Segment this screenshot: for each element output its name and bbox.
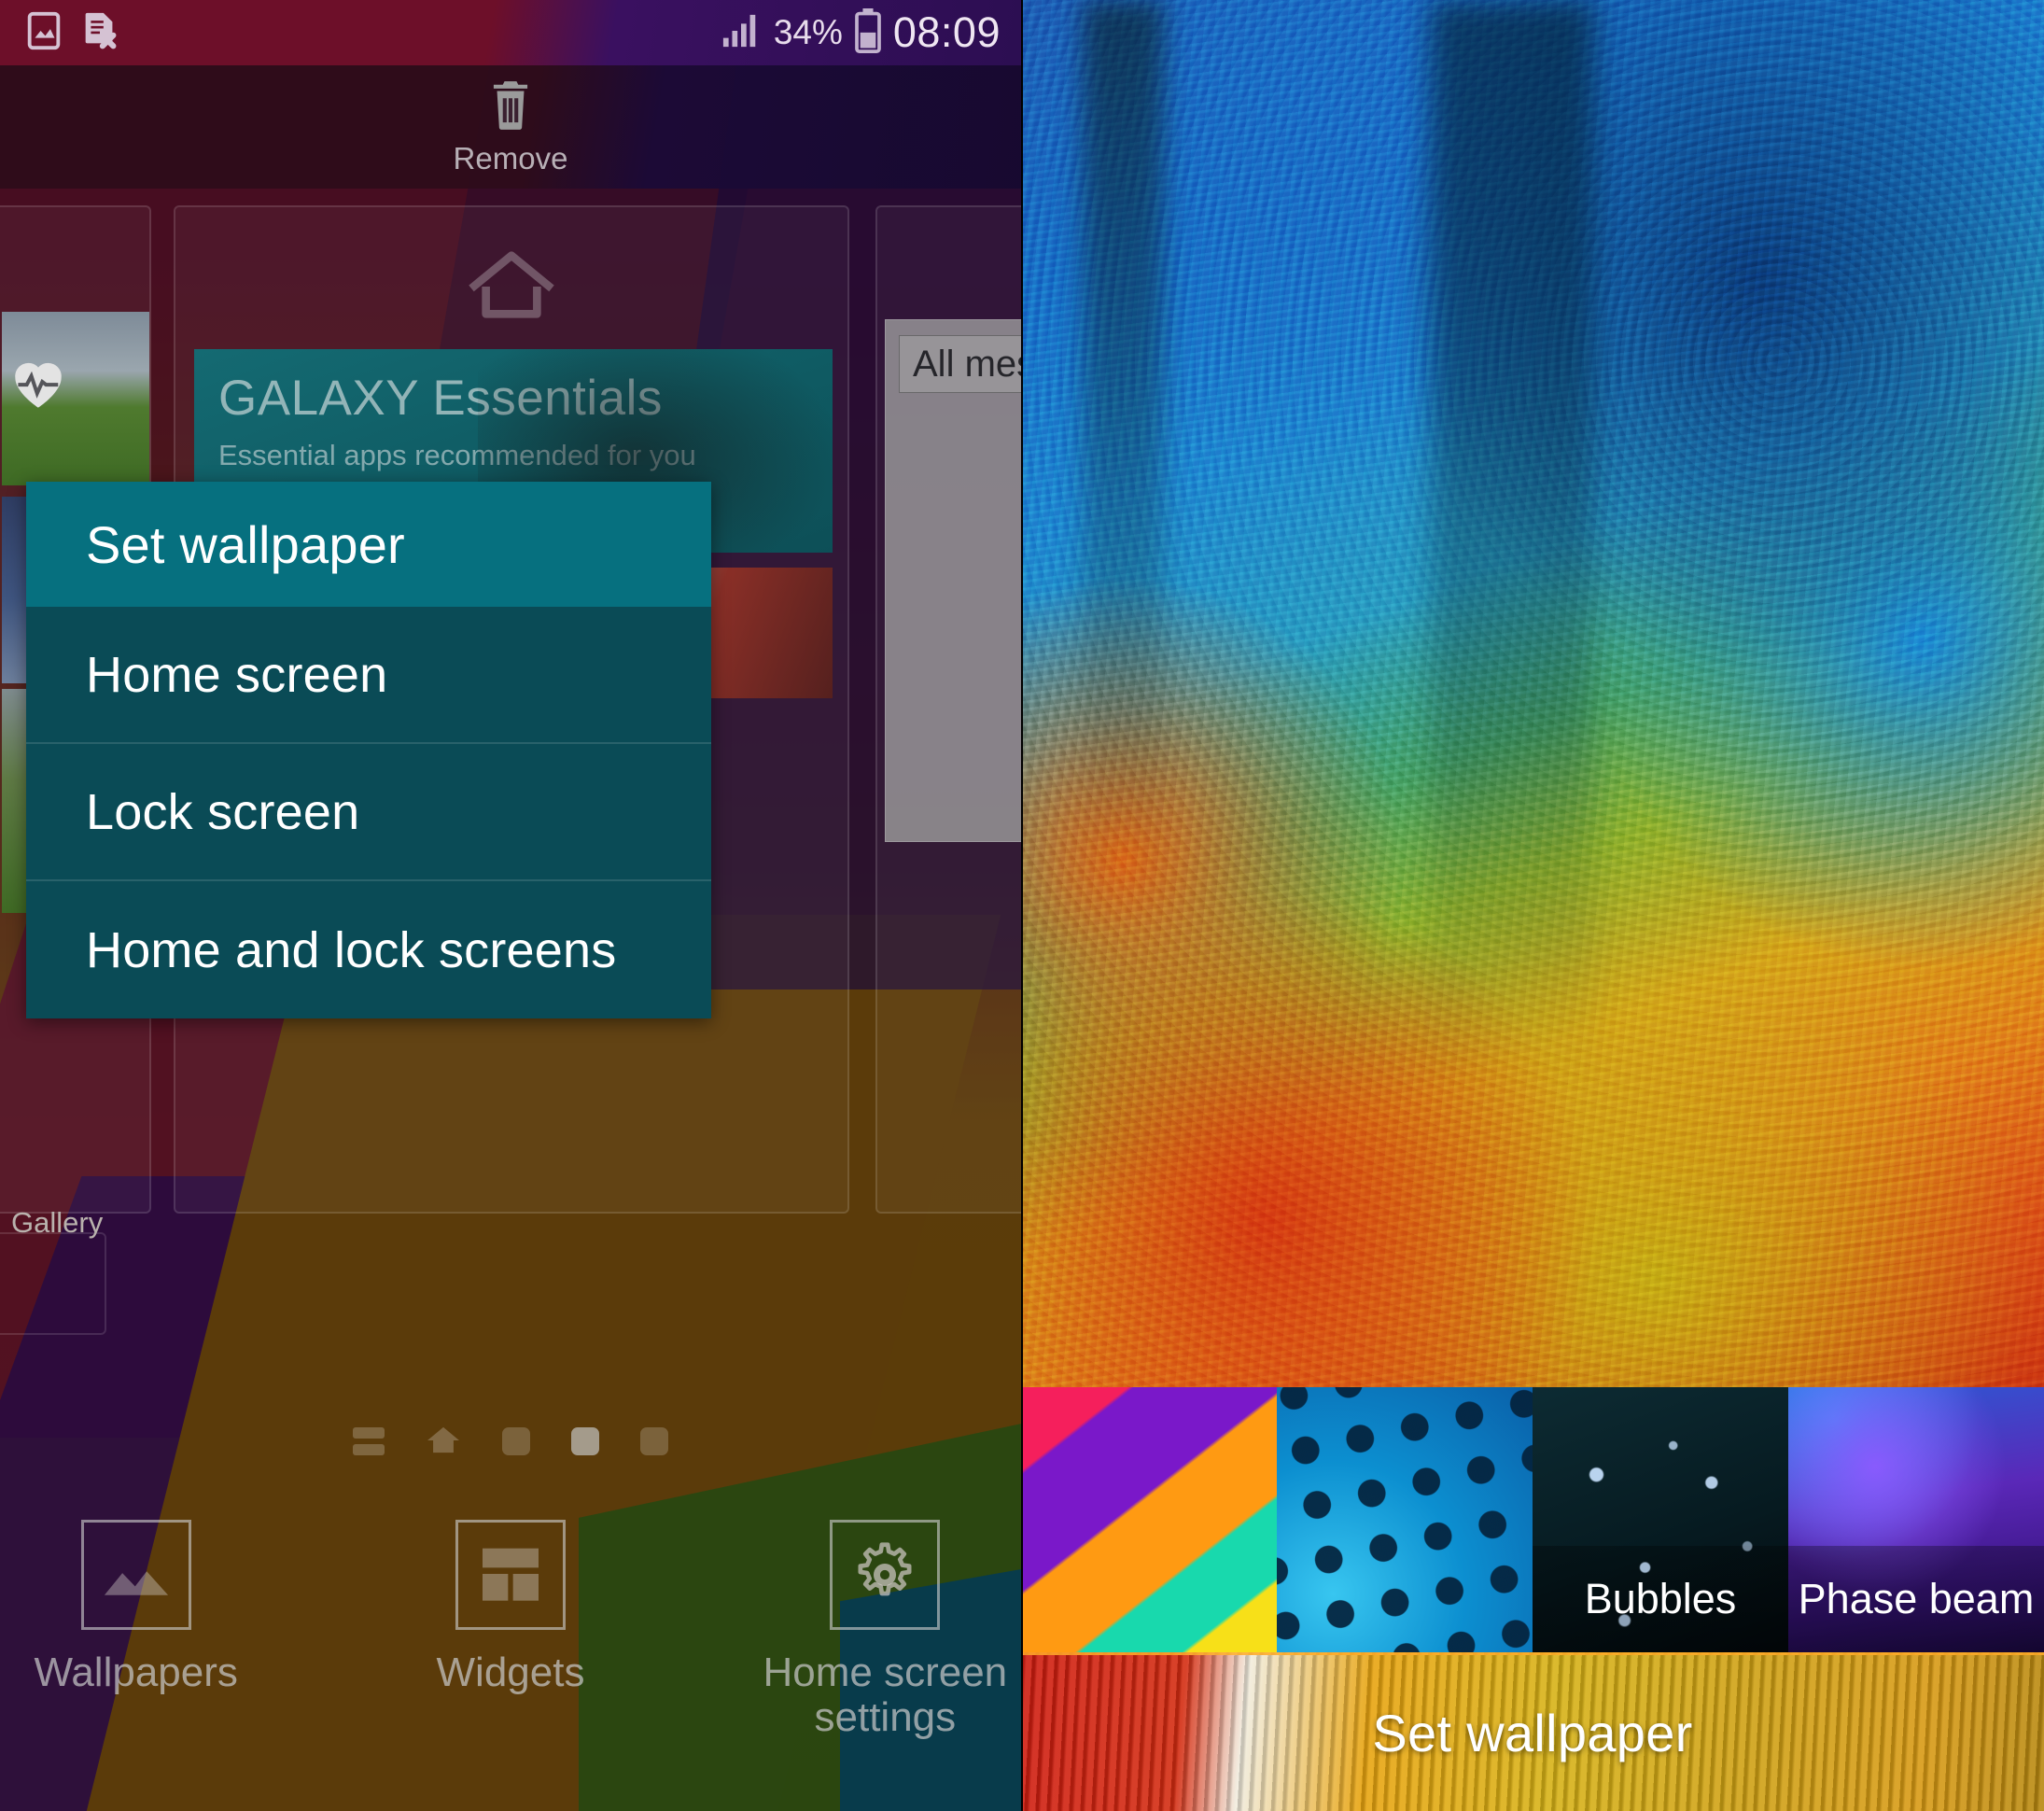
dialog-option-label: Lock screen: [86, 783, 360, 840]
remove-drop-target[interactable]: Remove: [0, 65, 1021, 189]
home-screen-settings-label: Home screen settings: [763, 1650, 1008, 1740]
image-mountain-icon: [80, 1520, 191, 1630]
dialog-option-list: Home screen Lock screen Home and lock sc…: [26, 607, 711, 1018]
dialog-option-home-screen[interactable]: Home screen: [26, 607, 711, 744]
home-preview-card-left-lower[interactable]: [0, 1232, 106, 1335]
dialog-title: Set wallpaper: [86, 514, 405, 574]
heart-pulse-icon: [4, 347, 73, 421]
signal-bars-icon: [720, 11, 763, 55]
wallpapers-button[interactable]: Wallpapers: [0, 1520, 272, 1695]
home-preview-card-right[interactable]: All mess: [875, 205, 1021, 1214]
page-dot-1[interactable]: [502, 1427, 530, 1455]
dialog-option-home-and-lock-screens[interactable]: Home and lock screens: [26, 881, 711, 1018]
page-dot-3[interactable]: [640, 1427, 668, 1455]
dialog-option-lock-screen[interactable]: Lock screen: [26, 744, 711, 881]
house-outline-icon: [463, 245, 560, 330]
screenshot-icon: [22, 9, 65, 57]
status-bar-clock: 08:09: [892, 8, 1001, 56]
wallpapers-label: Wallpapers: [34, 1650, 238, 1695]
set-wallpaper-button[interactable]: Set wallpaper: [1021, 1652, 2044, 1811]
dialog-header: Set wallpaper: [26, 482, 711, 607]
widgets-label: Widgets: [436, 1650, 585, 1695]
wallpaper-thumb-label: Bubbles: [1533, 1546, 1788, 1652]
right-screen-wallpaper-picker: Bubbles Phase beam Set wallpaper: [1021, 0, 2044, 1811]
wallpaper-thumbnail-strip: Bubbles Phase beam: [1021, 1387, 2044, 1652]
dialog-option-label: Home and lock screens: [86, 921, 617, 978]
gear-icon: [830, 1520, 941, 1630]
left-screen-home-editor: 34% 08:09 Remove GALAXY Essentials Essen…: [0, 0, 1021, 1811]
gallery-app-label: Gallery: [11, 1206, 104, 1239]
home-editor-toolbar: Wallpapers Widgets Home screen settings: [0, 1503, 1021, 1811]
widgets-grid-icon: [455, 1520, 566, 1630]
preview-dark-streak: [1430, 0, 1594, 1083]
status-bar: 34% 08:09: [0, 0, 1021, 65]
messages-widget[interactable]: All mess: [885, 319, 1021, 842]
wallpaper-preview[interactable]: [1021, 0, 2044, 1387]
screenshot-comparison: 34% 08:09 Remove GALAXY Essentials Essen…: [0, 0, 2044, 1811]
preview-dark-streak-secondary: [1082, 0, 1165, 916]
panel-divider: [1021, 0, 1023, 1811]
battery-percent-label: 34%: [773, 13, 843, 51]
wallpaper-thumb-bubbles[interactable]: Bubbles: [1533, 1387, 1788, 1652]
set-wallpaper-dialog: Set wallpaper Home screen Lock screen Ho…: [26, 482, 711, 1018]
wallpaper-thumb-phase-beam[interactable]: Phase beam: [1788, 1387, 2044, 1652]
document-error-icon: [78, 9, 121, 57]
home-icon[interactable]: [426, 1425, 461, 1459]
essentials-title: GALAXY Essentials: [218, 371, 663, 426]
set-wallpaper-button-label: Set wallpaper: [1372, 1704, 1693, 1762]
remove-label: Remove: [453, 140, 568, 175]
dialog-option-label: Home screen: [86, 646, 388, 703]
battery-icon: [854, 7, 882, 58]
wallpaper-thumb-blue-mesh[interactable]: [1277, 1387, 1533, 1652]
flipboard-icon[interactable]: [353, 1427, 385, 1455]
wallpaper-thumb-label: Phase beam: [1788, 1546, 2044, 1652]
essentials-subtitle: Essential apps recommended for you: [218, 439, 696, 471]
trash-icon: [482, 77, 539, 139]
status-bar-right-icons: 34% 08:09: [720, 7, 1021, 58]
page-indicator-row: [0, 1408, 1021, 1475]
status-bar-left-icons: [0, 9, 121, 57]
widgets-button[interactable]: Widgets: [374, 1520, 646, 1695]
wallpaper-thumb-geometric[interactable]: [1021, 1387, 1277, 1652]
page-dot-2-active[interactable]: [571, 1427, 599, 1455]
all-messages-pill[interactable]: All mess: [899, 335, 1021, 393]
home-screen-settings-button[interactable]: Home screen settings: [749, 1520, 1021, 1739]
all-messages-label: All mess: [913, 343, 1021, 385]
